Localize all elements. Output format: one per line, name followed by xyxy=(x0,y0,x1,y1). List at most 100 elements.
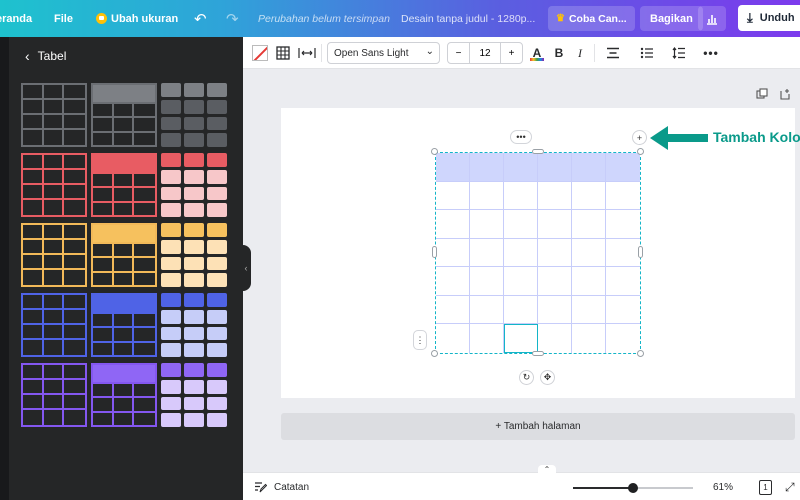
home-button[interactable]: eranda xyxy=(0,0,32,37)
font-size-stepper[interactable]: − 12 + xyxy=(447,42,523,64)
notes-icon[interactable] xyxy=(254,473,267,500)
table-template-grid[interactable] xyxy=(21,153,87,217)
table-header-cell[interactable] xyxy=(436,153,470,182)
italic-button[interactable]: I xyxy=(573,37,587,69)
bold-button[interactable]: B xyxy=(552,37,566,69)
move-icon[interactable]: ✥ xyxy=(540,370,555,385)
table-cell[interactable] xyxy=(436,267,470,296)
table-cell[interactable] xyxy=(572,267,606,296)
decrease-font-button[interactable]: − xyxy=(448,43,469,63)
more-options-button[interactable]: ••• xyxy=(703,37,719,69)
table-template-header[interactable] xyxy=(91,293,157,357)
table-cell[interactable] xyxy=(504,324,538,353)
duplicate-page-icon[interactable] xyxy=(756,88,768,103)
table-cell[interactable] xyxy=(470,295,504,325)
table-template-grid[interactable] xyxy=(21,293,87,357)
table-template-blocks[interactable] xyxy=(161,153,227,217)
resize-handle[interactable] xyxy=(638,246,643,258)
table-template-header[interactable] xyxy=(91,363,157,427)
resize-handle[interactable] xyxy=(532,351,544,356)
cell-spacing-icon[interactable] xyxy=(297,37,317,69)
table-cell[interactable] xyxy=(470,238,504,268)
table-header-cell[interactable] xyxy=(504,153,538,182)
table-cell[interactable] xyxy=(572,238,606,268)
font-family-select[interactable]: Open Sans Light ⌄ xyxy=(327,42,440,64)
cell-color-button[interactable] xyxy=(251,37,269,69)
row-options-button[interactable]: ⋮ xyxy=(413,330,427,350)
table-cell[interactable] xyxy=(606,239,640,268)
table-template-blocks[interactable] xyxy=(161,83,227,147)
collapse-panel-handle[interactable]: ‹ xyxy=(241,245,251,291)
table-cell[interactable] xyxy=(436,181,470,211)
table-cell[interactable] xyxy=(436,324,470,353)
undo-icon[interactable]: ↶ xyxy=(194,0,207,37)
resize-handle[interactable] xyxy=(431,350,438,357)
table-template-blocks[interactable] xyxy=(161,363,227,427)
table-cell[interactable] xyxy=(606,267,640,296)
table-cell[interactable] xyxy=(436,238,470,268)
table-cell[interactable] xyxy=(504,181,538,211)
design-title[interactable]: Desain tanpa judul - 1280p... xyxy=(401,0,535,37)
chevron-left-icon[interactable]: ‹ xyxy=(25,48,30,64)
zoom-value[interactable]: 61% xyxy=(713,473,733,500)
table-cell[interactable] xyxy=(538,181,572,211)
list-icon[interactable] xyxy=(639,37,655,69)
page-count-button[interactable]: 1 xyxy=(759,480,772,495)
table-border-icon[interactable] xyxy=(275,37,291,69)
table-cell[interactable] xyxy=(504,210,538,239)
font-size-input[interactable]: 12 xyxy=(469,43,501,63)
table-cell[interactable] xyxy=(504,238,538,268)
table-template-header[interactable] xyxy=(91,153,157,217)
table-cell[interactable] xyxy=(538,238,572,268)
rotate-icon[interactable]: ↻ xyxy=(519,370,534,385)
resize-handle[interactable] xyxy=(532,149,544,154)
increase-font-button[interactable]: + xyxy=(501,43,522,63)
table-cell[interactable] xyxy=(504,267,538,296)
table-cell[interactable] xyxy=(572,324,606,353)
add-column-button[interactable]: + xyxy=(632,130,647,145)
table-cell[interactable] xyxy=(572,295,606,325)
table-template-blocks[interactable] xyxy=(161,223,227,287)
notes-button[interactable]: Catatan xyxy=(274,473,309,500)
table-header-cell[interactable] xyxy=(470,153,504,182)
table-options-button[interactable]: ••• xyxy=(510,130,532,144)
zoom-slider-knob[interactable] xyxy=(628,483,638,493)
table-cell[interactable] xyxy=(606,210,640,239)
add-page-button[interactable]: + Tambah halaman xyxy=(281,413,795,440)
table-template-grid[interactable] xyxy=(21,223,87,287)
table-header-cell[interactable] xyxy=(606,153,640,182)
table-cell[interactable] xyxy=(504,295,538,325)
table-cell[interactable] xyxy=(606,324,640,353)
table-template-blocks[interactable] xyxy=(161,293,227,357)
table-cell[interactable] xyxy=(572,210,606,239)
table-cell[interactable] xyxy=(436,295,470,325)
table-cell[interactable] xyxy=(436,210,470,239)
design-table[interactable] xyxy=(435,152,641,354)
file-menu-button[interactable]: File xyxy=(54,0,73,37)
resize-handle[interactable] xyxy=(637,148,644,155)
resize-handle[interactable] xyxy=(432,246,437,258)
line-height-icon[interactable] xyxy=(671,37,687,69)
redo-icon[interactable]: ↷ xyxy=(226,0,239,37)
table-header-cell[interactable] xyxy=(572,153,606,182)
table-cell[interactable] xyxy=(538,267,572,296)
table-cell[interactable] xyxy=(538,295,572,325)
table-cell[interactable] xyxy=(606,296,640,325)
stats-icon[interactable] xyxy=(698,6,726,31)
chevron-up-icon[interactable]: ⌃ xyxy=(538,465,556,475)
align-center-icon[interactable] xyxy=(605,37,621,69)
table-cell[interactable] xyxy=(470,181,504,211)
table-template-header[interactable] xyxy=(91,223,157,287)
resize-button[interactable]: Ubah ukuran xyxy=(96,0,178,37)
table-cell[interactable] xyxy=(606,182,640,211)
table-cell[interactable] xyxy=(470,210,504,239)
resize-handle[interactable] xyxy=(431,148,438,155)
download-button[interactable]: ⤓ Unduh xyxy=(738,5,800,31)
resize-handle[interactable] xyxy=(637,350,644,357)
table-header-cell[interactable] xyxy=(538,153,572,182)
text-color-button[interactable]: A xyxy=(529,37,545,69)
table-template-grid[interactable] xyxy=(21,83,87,147)
table-cell[interactable] xyxy=(538,210,572,239)
share-button[interactable]: Bagikan xyxy=(640,6,703,31)
table-cell[interactable] xyxy=(572,181,606,211)
